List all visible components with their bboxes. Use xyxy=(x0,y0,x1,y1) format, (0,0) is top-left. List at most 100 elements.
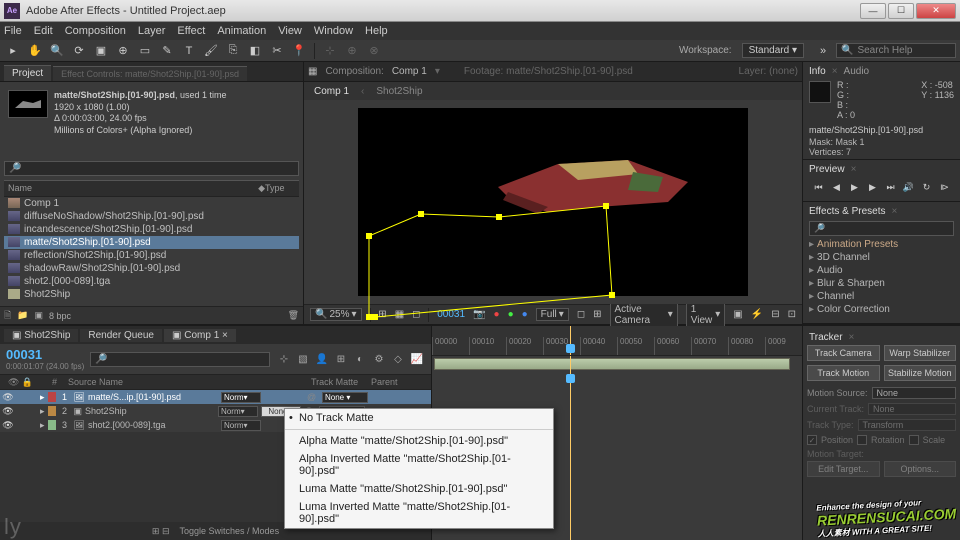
timeline-tab-render-queue[interactable]: Render Queue xyxy=(80,329,162,342)
timeline-current-time[interactable]: 00031 xyxy=(6,347,84,362)
menu-edit[interactable]: Edit xyxy=(34,25,53,37)
hide-shy-icon[interactable]: 👤 xyxy=(314,351,330,367)
fast-previews-icon[interactable]: ⚡ xyxy=(751,309,763,320)
tab-info[interactable]: Info xyxy=(809,66,826,77)
layer-panel-label[interactable]: Layer: (none) xyxy=(739,66,798,77)
blend-mode-dropdown[interactable]: Norm▾ xyxy=(221,392,261,403)
bpc-toggle[interactable]: 8 bpc xyxy=(49,311,71,321)
selection-tool-icon[interactable]: ▸ xyxy=(4,42,22,60)
effects-search-input[interactable]: 🔎 xyxy=(809,221,954,236)
project-item[interactable]: Shot2Ship xyxy=(4,288,299,301)
cat-color-correction[interactable]: Color Correction xyxy=(807,303,956,316)
col-type[interactable]: Type xyxy=(265,183,295,194)
cat-channel[interactable]: Channel xyxy=(807,290,956,303)
project-item[interactable]: diffuseNoShadow/Shot2Ship.[01-90].psd xyxy=(4,210,299,223)
new-comp-icon[interactable]: ▣ xyxy=(34,310,43,321)
mask-path-overlay[interactable] xyxy=(358,108,748,338)
timeline-search-input[interactable]: 🔎 xyxy=(90,352,270,367)
close-button[interactable]: ✕ xyxy=(916,3,956,19)
cat-blur-sharpen[interactable]: Blur & Sharpen xyxy=(807,277,956,290)
zoom-dropdown[interactable]: 🔍 25% ▾ xyxy=(310,308,362,321)
loop-icon[interactable]: ↻ xyxy=(920,181,934,195)
breadcrumb-comp[interactable]: Comp 1 xyxy=(314,86,349,97)
workspace-search-icon[interactable]: » xyxy=(814,42,832,60)
project-search-input[interactable]: 🔎 xyxy=(4,161,299,176)
matte-option-luma-inverted[interactable]: Luma Inverted Matte "matte/Shot2Ship.[01… xyxy=(285,498,553,528)
play-icon[interactable]: ▶ xyxy=(848,181,862,195)
first-frame-icon[interactable]: ⏮ xyxy=(812,181,826,195)
toggle-switches-modes[interactable]: Toggle Switches / Modes xyxy=(180,526,280,536)
timeline-tab[interactable]: ▣ Comp 1 × xyxy=(164,329,236,342)
comp-canvas[interactable] xyxy=(358,108,748,296)
comp-mini-flowchart-icon[interactable]: ⊹ xyxy=(276,351,292,367)
footage-panel-label[interactable]: Footage: matte/Shot2Ship.[01-90].psd xyxy=(464,66,633,77)
project-item[interactable]: shadowRaw/Shot2Ship.[01-90].psd xyxy=(4,262,299,275)
minimize-button[interactable]: — xyxy=(860,3,886,19)
stabilize-motion-button[interactable]: Stabilize Motion xyxy=(884,365,957,381)
auto-keyframe-icon[interactable]: ◇ xyxy=(390,351,406,367)
matte-option-luma[interactable]: Luma Matte "matte/Shot2Ship.[01-90].psd" xyxy=(285,480,553,498)
hand-tool-icon[interactable]: ✋ xyxy=(26,42,44,60)
tab-audio[interactable]: Audio xyxy=(844,66,870,77)
layer-name[interactable]: shot2.[000-089].tga xyxy=(88,420,218,430)
track-motion-button[interactable]: Track Motion xyxy=(807,365,880,381)
cat-3d-channel[interactable]: 3D Channel xyxy=(807,251,956,264)
puppet-tool-icon[interactable]: 📍 xyxy=(290,42,308,60)
tab-effect-controls[interactable]: Effect Controls: matte/Shot2Ship.[01-90]… xyxy=(53,66,247,81)
zoom-tool-icon[interactable]: 🔍 xyxy=(48,42,66,60)
menu-help[interactable]: Help xyxy=(365,25,388,37)
tab-preview[interactable]: Preview xyxy=(809,164,845,175)
layer-name[interactable]: matte/S...ip.[01-90].psd xyxy=(88,392,218,402)
next-frame-icon[interactable]: ▶ xyxy=(866,181,880,195)
view-axis-icon[interactable]: ⊗ xyxy=(365,42,383,60)
tab-effects-presets[interactable]: Effects & Presets xyxy=(809,206,886,217)
timeline-tab[interactable]: ▣ Shot2Ship xyxy=(4,329,78,342)
maximize-button[interactable]: ☐ xyxy=(888,3,914,19)
timeline-layer[interactable]: 👁 ▸ 1 🖼 matte/S...ip.[01-90].psd Norm▾ @… xyxy=(0,390,431,404)
col-track-matte[interactable]: Track Matte xyxy=(307,377,367,387)
local-axis-icon[interactable]: ⊹ xyxy=(321,42,339,60)
roto-tool-icon[interactable]: ✂ xyxy=(268,42,286,60)
parent-dropdown[interactable]: None ▾ xyxy=(322,392,368,403)
playhead[interactable] xyxy=(570,326,571,355)
menu-composition[interactable]: Composition xyxy=(65,25,126,37)
scale-checkbox[interactable] xyxy=(909,435,919,445)
pen-tool-icon[interactable]: ✎ xyxy=(158,42,176,60)
matte-option-alpha-inverted[interactable]: Alpha Inverted Matte "matte/Shot2Ship.[0… xyxy=(285,450,553,480)
col-label-icon[interactable]: ◆ xyxy=(258,183,265,194)
blend-mode-dropdown[interactable]: Norm▾ xyxy=(221,420,261,431)
rotation-checkbox[interactable] xyxy=(857,435,867,445)
text-tool-icon[interactable]: T xyxy=(180,42,198,60)
project-item[interactable]: shot2.[000-089].tga xyxy=(4,275,299,288)
menu-file[interactable]: File xyxy=(4,25,22,37)
project-item[interactable]: incandescence/Shot2Ship.[01-90].psd xyxy=(4,223,299,236)
menu-animation[interactable]: Animation xyxy=(217,25,266,37)
pickwhip-icon[interactable]: @ xyxy=(307,392,319,402)
visibility-icon[interactable]: 👁 xyxy=(2,420,14,431)
menu-window[interactable]: Window xyxy=(314,25,353,37)
draft3d-icon[interactable]: ▧ xyxy=(295,351,311,367)
track-camera-button[interactable]: Track Camera xyxy=(807,345,880,361)
eraser-tool-icon[interactable]: ◧ xyxy=(246,42,264,60)
ram-preview-icon[interactable]: ⧐ xyxy=(938,181,952,195)
pan-behind-tool-icon[interactable]: ⊕ xyxy=(114,42,132,60)
world-axis-icon[interactable]: ⊕ xyxy=(343,42,361,60)
frame-blend-icon[interactable]: ⊞ xyxy=(333,351,349,367)
expand-transfer-icon[interactable]: ⊞ ⊟ xyxy=(152,526,170,537)
motion-blur-icon[interactable]: ◐ xyxy=(352,351,368,367)
project-item[interactable]: Comp 1 xyxy=(4,197,299,210)
new-folder-icon[interactable]: 📁 xyxy=(17,310,28,321)
tab-tracker[interactable]: Tracker xyxy=(809,332,843,343)
motion-source-dropdown[interactable]: None xyxy=(872,387,956,399)
visibility-icon[interactable]: 👁 xyxy=(2,392,14,403)
trash-icon[interactable]: 🗑 xyxy=(288,310,299,321)
timeline-icon[interactable]: ⊟ xyxy=(771,309,779,320)
brush-tool-icon[interactable]: 🖌 xyxy=(202,42,220,60)
layer-color-icon[interactable] xyxy=(48,420,56,430)
brainstorm-icon[interactable]: ⚙ xyxy=(371,351,387,367)
clone-tool-icon[interactable]: ⎘ xyxy=(224,42,242,60)
menu-layer[interactable]: Layer xyxy=(138,25,166,37)
blend-mode-dropdown[interactable]: Norm▾ xyxy=(218,406,258,417)
flowchart-icon[interactable]: ⊡ xyxy=(788,309,796,320)
camera-tool-icon[interactable]: ▣ xyxy=(92,42,110,60)
